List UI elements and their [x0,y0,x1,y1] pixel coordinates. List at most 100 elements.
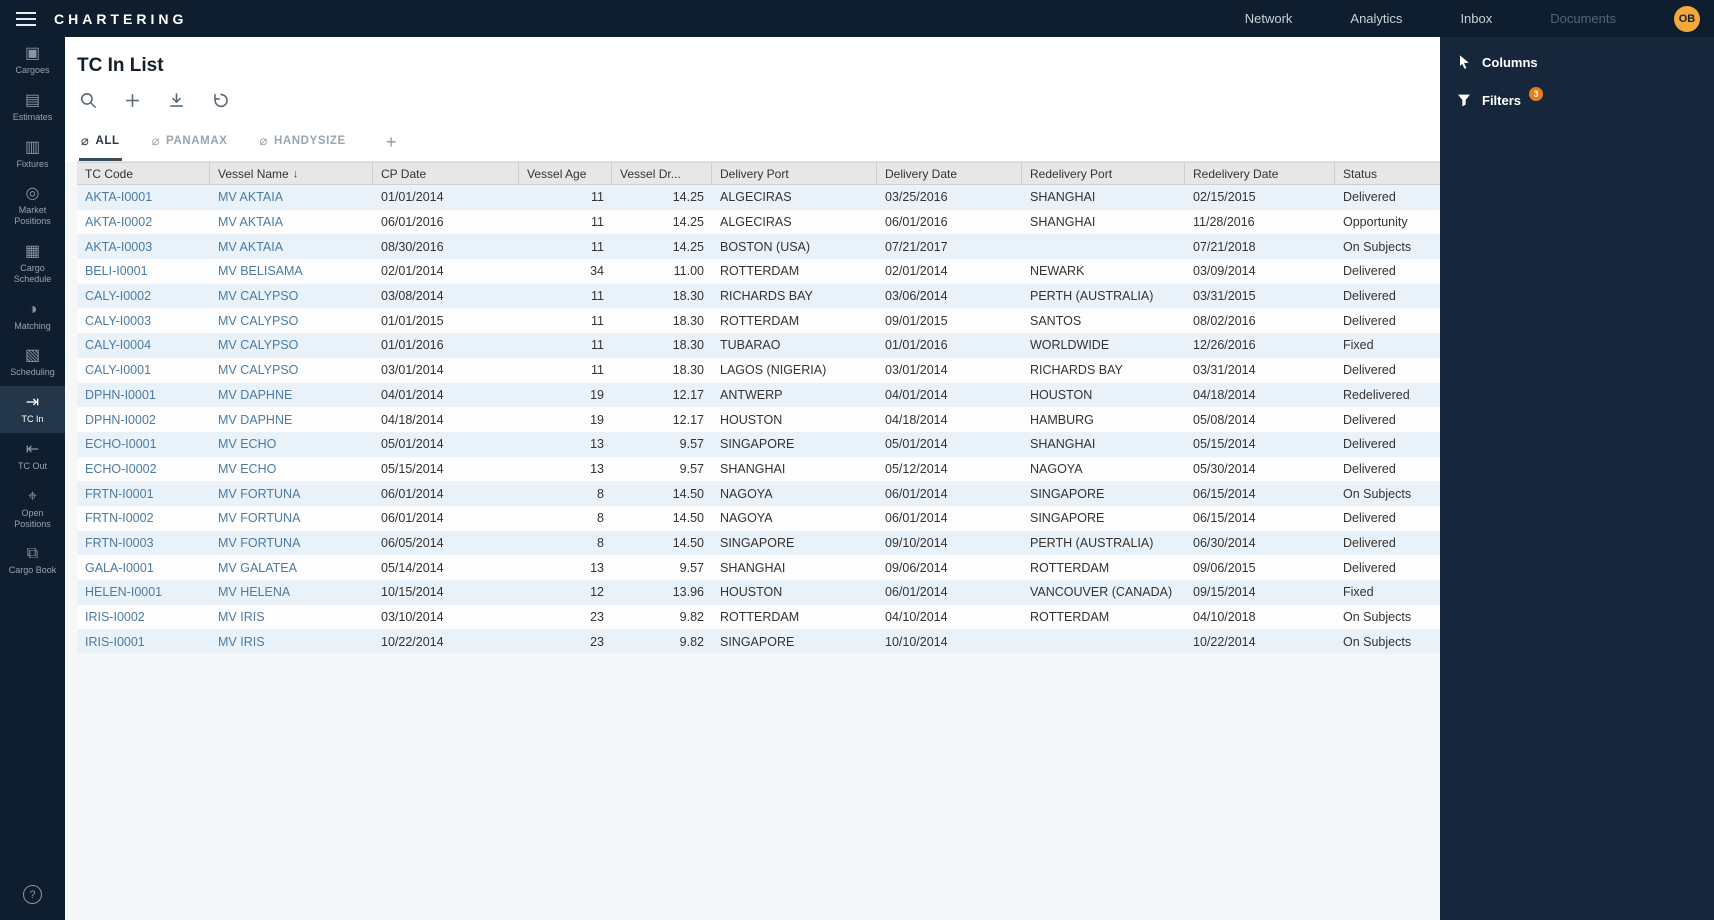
sidebar-item-market-positions[interactable]: ◎Market Positions [0,177,65,235]
toolbar [77,89,1440,120]
table-row[interactable]: DPHN-I0001MV DAPHNE04/01/20141912.17ANTW… [77,383,1440,408]
table-row[interactable]: AKTA-I0002MV AKTAIA06/01/20161114.25ALGE… [77,210,1440,235]
add-icon[interactable] [123,91,142,110]
download-icon[interactable] [167,91,186,110]
cell-vessel-name[interactable]: MV CALYPSO [210,333,373,358]
tab-all[interactable]: ⌀ALL [79,124,122,161]
cell-tc-code[interactable]: DPHN-I0001 [77,383,210,408]
cell-tc-code[interactable]: CALY-I0001 [77,358,210,383]
table-row[interactable]: FRTN-I0003MV FORTUNA06/05/2014814.50SING… [77,531,1440,556]
sidebar-item-matching[interactable]: ◑Matching [0,293,65,340]
column-header-vessel-name[interactable]: Vessel Name↓ [210,163,373,184]
cell-tc-code[interactable]: FRTN-I0003 [77,531,210,556]
cell-tc-code[interactable]: FRTN-I0001 [77,481,210,506]
menu-icon[interactable] [14,8,38,30]
nav-network[interactable]: Network [1245,11,1293,26]
cell-vessel-name[interactable]: MV CALYPSO [210,308,373,333]
sidebar-item-estimates[interactable]: ▤Estimates [0,84,65,131]
cell-tc-code[interactable]: BELI-I0001 [77,259,210,284]
cell-tc-code[interactable]: IRIS-I0001 [77,629,210,654]
column-header-delivery-date[interactable]: Delivery Date [877,163,1022,184]
table-row[interactable]: FRTN-I0001MV FORTUNA06/01/2014814.50NAGO… [77,481,1440,506]
cell-tc-code[interactable]: HELEN-I0001 [77,580,210,605]
sidebar-item-tc-in[interactable]: ⇥TC In [0,386,65,433]
cell-tc-code[interactable]: CALY-I0002 [77,284,210,309]
cell-vessel-name[interactable]: MV FORTUNA [210,531,373,556]
cell-vessel-name[interactable]: MV BELISAMA [210,259,373,284]
cell-tc-code[interactable]: CALY-I0003 [77,308,210,333]
table-row[interactable]: CALY-I0004MV CALYPSO01/01/20161118.30TUB… [77,333,1440,358]
table-row[interactable]: DPHN-I0002MV DAPHNE04/18/20141912.17HOUS… [77,407,1440,432]
table-row[interactable]: CALY-I0003MV CALYPSO01/01/20151118.30ROT… [77,308,1440,333]
table-row[interactable]: HELEN-I0001MV HELENA10/15/20141213.96HOU… [77,580,1440,605]
table-row[interactable]: IRIS-I0001MV IRIS10/22/2014239.82SINGAPO… [77,629,1440,654]
cell-vessel-name[interactable]: MV ECHO [210,457,373,482]
cell-tc-code[interactable]: DPHN-I0002 [77,407,210,432]
sidebar-item-cargoes[interactable]: ▣Cargoes [0,37,65,84]
table-row[interactable]: AKTA-I0001MV AKTAIA01/01/20141114.25ALGE… [77,185,1440,210]
table-row[interactable]: IRIS-I0002MV IRIS03/10/2014239.82ROTTERD… [77,605,1440,630]
cell-vessel-name[interactable]: MV AKTAIA [210,210,373,235]
cell-tc-code[interactable]: FRTN-I0002 [77,506,210,531]
cell-tc-code[interactable]: CALY-I0004 [77,333,210,358]
table-row[interactable]: GALA-I0001MV GALATEA05/14/2014139.57SHAN… [77,555,1440,580]
cell-vessel-name[interactable]: MV AKTAIA [210,185,373,210]
cell-tc-code[interactable]: IRIS-I0002 [77,605,210,630]
nav-analytics[interactable]: Analytics [1350,11,1402,26]
table-row[interactable]: CALY-I0002MV CALYPSO03/08/20141118.30RIC… [77,284,1440,309]
sidebar-item-cargo-schedule[interactable]: ▦Cargo Schedule [0,235,65,293]
help-button[interactable]: ? [23,885,42,904]
cell-vessel-name[interactable]: MV IRIS [210,605,373,630]
table-row[interactable]: CALY-I0001MV CALYPSO03/01/20141118.30LAG… [77,358,1440,383]
tab-handysize[interactable]: ⌀HANDYSIZE [258,124,348,161]
sidebar-item-cargo-book[interactable]: ⧉Cargo Book [0,537,65,584]
cell-vessel-name[interactable]: MV ECHO [210,432,373,457]
table-row[interactable]: BELI-I0001MV BELISAMA02/01/20143411.00RO… [77,259,1440,284]
columns-button[interactable]: Columns [1440,43,1714,81]
cell-vessel-age: 13 [519,432,612,457]
reset-icon[interactable] [211,91,230,110]
cell-vessel-name[interactable]: MV GALATEA [210,555,373,580]
cell-vessel-name[interactable]: MV HELENA [210,580,373,605]
sidebar-item-scheduling[interactable]: ▧Scheduling [0,339,65,386]
cargo-schedule-icon: ▦ [25,244,40,260]
cell-tc-code[interactable]: AKTA-I0002 [77,210,210,235]
column-header-redelivery-port[interactable]: Redelivery Port [1022,163,1185,184]
cell-tc-code[interactable]: AKTA-I0003 [77,234,210,259]
column-header-delivery-port[interactable]: Delivery Port [712,163,877,184]
cell-vessel-name[interactable]: MV IRIS [210,629,373,654]
cell-redelivery-date: 05/30/2014 [1185,457,1335,482]
table-row[interactable]: FRTN-I0002MV FORTUNA06/01/2014814.50NAGO… [77,506,1440,531]
cell-tc-code[interactable]: ECHO-I0001 [77,432,210,457]
add-view-button[interactable]: + [376,130,407,161]
cell-vessel-name[interactable]: MV FORTUNA [210,506,373,531]
sidebar-item-tc-out[interactable]: ⇤TC Out [0,433,65,480]
cell-tc-code[interactable]: ECHO-I0002 [77,457,210,482]
cell-vessel-name[interactable]: MV DAPHNE [210,407,373,432]
cell-vessel-dr: 18.30 [612,284,712,309]
sidebar-item-open-positions[interactable]: ⌖Open Positions [0,480,65,538]
column-header-tc-code[interactable]: TC Code [77,163,210,184]
cell-tc-code[interactable]: GALA-I0001 [77,555,210,580]
column-header-status[interactable]: Status [1335,163,1440,184]
table-row[interactable]: AKTA-I0003MV AKTAIA08/30/20161114.25BOST… [77,234,1440,259]
filters-button[interactable]: Filters 3 [1440,81,1714,119]
table-row[interactable]: ECHO-I0001MV ECHO05/01/2014139.57SINGAPO… [77,432,1440,457]
search-icon[interactable] [79,91,98,110]
column-header-vessel-age[interactable]: Vessel Age [519,163,612,184]
cell-vessel-name[interactable]: MV FORTUNA [210,481,373,506]
sidebar-item-fixtures[interactable]: ▥Fixtures [0,131,65,178]
column-header-cp-date[interactable]: CP Date [373,163,519,184]
cell-vessel-name[interactable]: MV AKTAIA [210,234,373,259]
tab-panamax[interactable]: ⌀PANAMAX [150,124,230,161]
table-row[interactable]: ECHO-I0002MV ECHO05/15/2014139.57SHANGHA… [77,457,1440,482]
column-header-vessel-dr[interactable]: Vessel Dr... [612,163,712,184]
cell-vessel-dr: 14.50 [612,506,712,531]
cell-vessel-name[interactable]: MV DAPHNE [210,383,373,408]
cell-tc-code[interactable]: AKTA-I0001 [77,185,210,210]
nav-inbox[interactable]: Inbox [1460,11,1492,26]
avatar[interactable]: OB [1674,6,1700,32]
cell-vessel-name[interactable]: MV CALYPSO [210,358,373,383]
column-header-redelivery-date[interactable]: Redelivery Date [1185,163,1335,184]
cell-vessel-name[interactable]: MV CALYPSO [210,284,373,309]
